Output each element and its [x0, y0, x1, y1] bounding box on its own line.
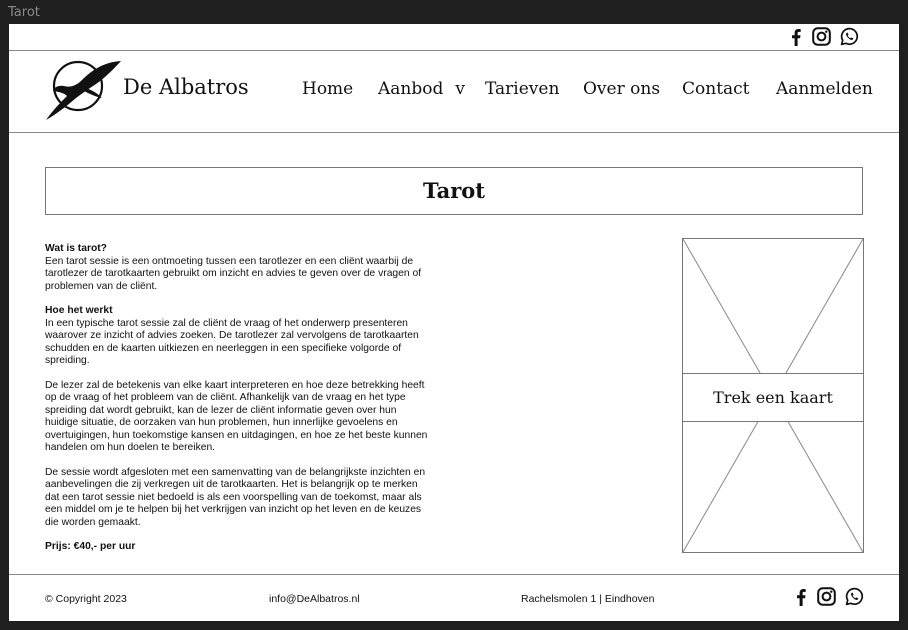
top-social-bar: [9, 24, 899, 51]
window-title: Tarot: [8, 5, 40, 20]
section-text: Een tarot sessie is een ontmoeting tusse…: [45, 255, 422, 292]
nav-item-aanbod-label: Aanbod: [378, 79, 444, 99]
nav-item-contact[interactable]: Contact: [682, 79, 750, 99]
section-text: In een typische tarot sessie zal de clië…: [45, 317, 419, 367]
price-text: Prijs: €40,- per uur: [45, 541, 136, 552]
whatsapp-icon[interactable]: [840, 27, 859, 46]
facebook-icon[interactable]: [794, 588, 808, 606]
draw-card-button[interactable]: Trek een kaart: [682, 238, 864, 553]
top-social-links: [789, 27, 859, 46]
footer-email-link[interactable]: info@DeAlbatros.nl: [269, 593, 360, 605]
page-title: Tarot: [423, 178, 485, 203]
nav-item-aanbod[interactable]: Aanbod v: [378, 79, 465, 99]
section-heading: Wat is tarot?: [45, 243, 107, 254]
whatsapp-icon[interactable]: [845, 587, 864, 606]
page-canvas: De Albatros Home Aanbod v Tarieven Over o…: [9, 24, 899, 621]
facebook-icon[interactable]: [789, 28, 803, 46]
section-how-it-works: Hoe het werkt In een typische tarot sess…: [45, 305, 430, 368]
instagram-icon[interactable]: [817, 587, 836, 606]
footer: © Copyright 2023 info@DeAlbatros.nl Rach…: [9, 574, 899, 621]
footer-social-links: [794, 587, 864, 606]
nav-item-over-ons[interactable]: Over ons: [583, 79, 660, 99]
nav-item-aanmelden[interactable]: Aanmelden: [776, 79, 873, 99]
section-what-is-tarot: Wat is tarot? Een tarot sessie is een on…: [45, 243, 430, 293]
tarot-description: Wat is tarot? Een tarot sessie is een on…: [45, 243, 430, 566]
footer-copyright: © Copyright 2023: [45, 593, 127, 605]
section-heading: Hoe het werkt: [45, 305, 113, 316]
albatross-logo-icon[interactable]: [44, 58, 124, 127]
card-label-box: Trek een kaart: [683, 373, 863, 422]
nav-item-home[interactable]: Home: [302, 79, 353, 99]
page-title-box: Tarot: [45, 167, 863, 215]
card-label: Trek een kaart: [713, 388, 833, 407]
footer-address: Rachelsmolen 1 | Eindhoven: [521, 593, 655, 605]
brand-name[interactable]: De Albatros: [123, 75, 249, 99]
nav-item-tarieven[interactable]: Tarieven: [485, 79, 559, 99]
chevron-down-icon: v: [455, 79, 465, 99]
instagram-icon[interactable]: [812, 27, 831, 46]
main-navigation-bar: De Albatros Home Aanbod v Tarieven Over o…: [9, 51, 899, 133]
paragraph-interpretation: De lezer zal de betekenis van elke kaart…: [45, 379, 428, 454]
paragraph-closing: De sessie wordt afgesloten met een samen…: [45, 466, 426, 528]
